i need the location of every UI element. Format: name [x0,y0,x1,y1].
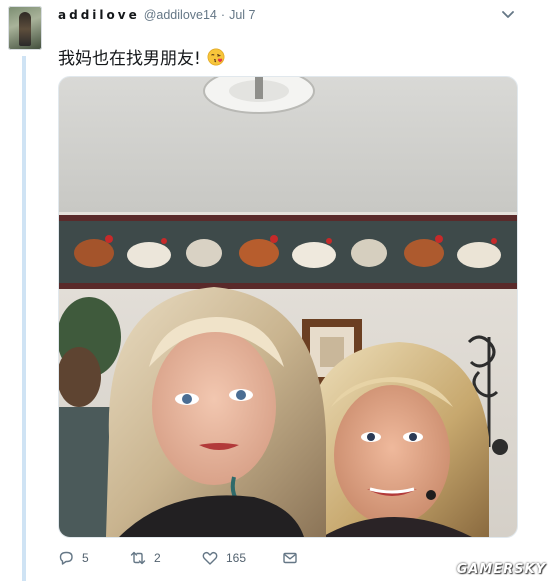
photo-image [59,77,517,537]
watermark-logo: GAMERSKY [456,562,546,577]
tweet-header: addilove @addilove14 · Jul 7 [58,6,255,24]
chevron-down-icon[interactable] [500,8,516,22]
face-blowing-kiss-icon [207,48,225,65]
avatar[interactable] [8,6,42,50]
tweet-actions: 5 2 165 [58,546,312,570]
display-name[interactable]: addilove [58,8,140,22]
envelope-icon [283,552,297,564]
separator-dot: · [220,8,226,22]
retweet-icon [130,551,146,565]
retweet-count: 2 [154,551,161,565]
tweet-text: 我妈也在找男朋友! [58,49,201,69]
reply-icon [59,551,73,565]
like-button[interactable]: 165 [202,550,282,566]
like-count: 165 [226,551,247,565]
reply-count: 5 [82,551,89,565]
tweet-photo[interactable] [58,76,518,538]
user-handle[interactable]: @addilove14 [144,8,217,22]
tweet-date[interactable]: Jul 7 [229,8,255,22]
retweet-button[interactable]: 2 [130,550,202,566]
direct-message-button[interactable] [282,550,312,566]
heart-icon [202,551,218,565]
tweet-text-row: 我妈也在找男朋友! [58,44,225,69]
reply-button[interactable]: 5 [58,550,130,566]
thread-line [22,56,26,581]
